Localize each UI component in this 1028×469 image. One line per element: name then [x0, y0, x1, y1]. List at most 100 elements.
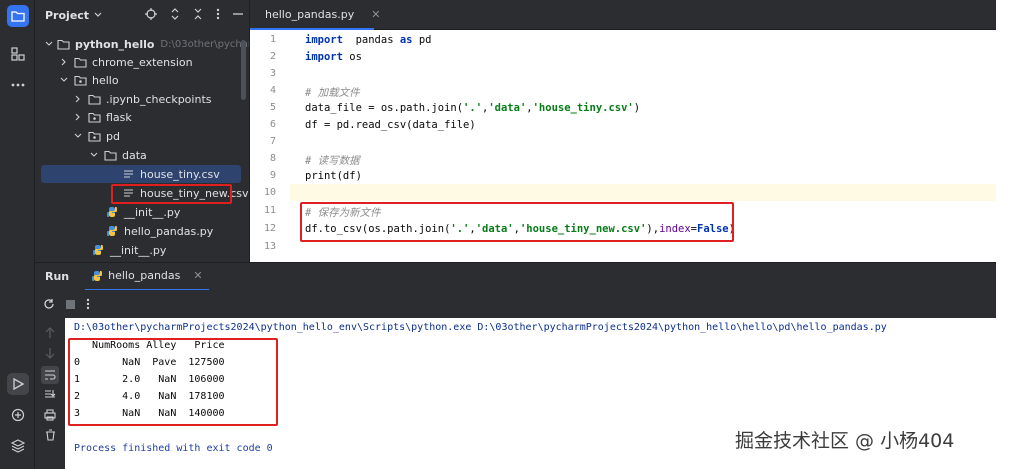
- project-title[interactable]: Project: [45, 9, 89, 22]
- options-icon[interactable]: [86, 298, 90, 310]
- tree-item-house-tiny-csv[interactable]: house_tiny.csv: [41, 165, 241, 183]
- project-tool-button[interactable]: [7, 5, 29, 27]
- python-console-button[interactable]: [7, 404, 29, 426]
- tree-item-label: data: [122, 148, 147, 162]
- locate-icon[interactable]: [145, 8, 157, 20]
- tree-item-pd[interactable]: pd: [35, 127, 249, 145]
- line-number: 2: [269, 51, 276, 62]
- tree-item-data[interactable]: data: [35, 146, 249, 164]
- close-icon[interactable]: ✕: [193, 269, 202, 282]
- tree-item-hello-pandas-py[interactable]: hello_pandas.py: [35, 222, 249, 240]
- folder-icon: [11, 11, 25, 22]
- package-icon: [87, 131, 101, 142]
- tool-window-strip: [0, 0, 35, 469]
- line-number: 9: [269, 170, 276, 181]
- options-icon[interactable]: [216, 8, 220, 20]
- tree-item-init-py[interactable]: __init__.py: [35, 203, 249, 221]
- code-line-2: import os: [305, 51, 362, 63]
- tree-item-ipynb-checkpoints[interactable]: .ipynb_checkpoints: [35, 90, 249, 108]
- folder-icon: [57, 39, 70, 50]
- tree-item-label: __init__.py: [124, 205, 181, 219]
- tree-item-label: flask: [106, 110, 132, 124]
- structure-tool-button[interactable]: [7, 43, 29, 65]
- editor-tab-bar: hello_pandas.py ✕: [250, 0, 996, 30]
- run-title: Run: [45, 270, 70, 283]
- more-icon: [11, 83, 25, 87]
- tab-hello-pandas[interactable]: hello_pandas.py ✕: [250, 0, 380, 30]
- tab-label: hello_pandas.py: [265, 7, 355, 21]
- code-editor[interactable]: 1 2 3 4 5 6 7 8 9 10 11 12 13 import pan…: [250, 30, 996, 262]
- console-row: 1 2.0 NaN 106000: [74, 374, 225, 385]
- python-console-icon: [11, 408, 25, 422]
- tree-item-label: python_hello: [75, 37, 155, 51]
- tree-item-init-py-2[interactable]: __init__.py: [35, 241, 249, 259]
- project-panel: Project python_hello D:\03other\pycharmP…: [35, 0, 250, 262]
- line-number: 10: [263, 187, 276, 198]
- run-tab-hello-pandas[interactable]: hello_pandas ✕: [85, 263, 209, 291]
- right-margin: [996, 0, 1028, 469]
- expand-all-icon[interactable]: [170, 8, 180, 20]
- python-file-icon: [107, 207, 117, 217]
- tree-item-chrome-extension[interactable]: chrome_extension: [35, 53, 249, 71]
- rerun-icon[interactable]: [43, 298, 55, 310]
- trash-icon[interactable]: [43, 428, 57, 442]
- line-gutter: 1 2 3 4 5 6 7 8 9 10 11 12 13: [250, 30, 290, 262]
- line-number: 4: [269, 85, 276, 96]
- python-packages-button[interactable]: [7, 435, 29, 457]
- run-toolbar: [35, 290, 996, 318]
- soft-wrap-icon[interactable]: [41, 366, 59, 384]
- scroll-to-end-icon[interactable]: [43, 388, 57, 402]
- tree-item-python-hello[interactable]: python_hello D:\03other\pycharmPro: [35, 35, 249, 53]
- line-number: 6: [269, 119, 276, 130]
- chevron-right-icon: [75, 113, 80, 121]
- run-tool-button[interactable]: [7, 373, 29, 395]
- console-row: 3 NaN NaN 140000: [74, 408, 225, 419]
- hide-icon[interactable]: [233, 13, 243, 15]
- chevron-right-icon: [61, 58, 66, 66]
- more-tools-button[interactable]: [7, 74, 29, 96]
- layers-icon: [11, 439, 25, 453]
- code-line-11: # 保存为新文件: [305, 207, 381, 219]
- folder-icon: [73, 57, 87, 68]
- package-icon: [87, 112, 101, 123]
- python-file-icon: [107, 226, 117, 236]
- code-line-4: # 加载文件: [305, 87, 360, 99]
- tree-item-flask[interactable]: flask: [35, 108, 249, 126]
- run-side-toolbar: [35, 318, 65, 469]
- console-row: 0 NaN Pave 127500: [74, 357, 225, 368]
- console-df-header: NumRooms Alley Price: [74, 340, 225, 351]
- python-file-icon: [93, 245, 103, 255]
- tree-item-label: pd: [106, 129, 120, 143]
- console-exit-message: Process finished with exit code 0: [74, 443, 273, 454]
- run-panel-header: Run hello_pandas ✕: [35, 262, 996, 291]
- code-line-5: data_file = os.path.join('.','data','hou…: [305, 102, 641, 114]
- csv-file-icon: [123, 170, 133, 178]
- watermark: 掘金技术社区 @ 小杨404: [735, 430, 955, 452]
- line-number: 5: [269, 102, 276, 113]
- code-line-12: df.to_csv(os.path.join('.','data','house…: [305, 223, 735, 235]
- tree-item-hello[interactable]: hello: [35, 71, 249, 89]
- line-number: 13: [263, 241, 276, 252]
- collapse-all-icon[interactable]: [193, 8, 203, 20]
- print-icon[interactable]: [43, 408, 57, 422]
- chevron-right-icon: [75, 95, 80, 103]
- scroll-down-icon[interactable]: [43, 346, 57, 360]
- code-line-1: import pandas as pd: [305, 34, 432, 46]
- chevron-down-icon[interactable]: [94, 12, 102, 18]
- close-icon[interactable]: ✕: [371, 8, 380, 21]
- tree-item-label: hello: [92, 73, 119, 87]
- line-number: 7: [269, 136, 276, 147]
- chevron-down-icon: [60, 77, 68, 82]
- scroll-up-icon[interactable]: [43, 326, 57, 340]
- code-line-9: print(df): [305, 170, 362, 182]
- console-row: 2 4.0 NaN 178100: [74, 391, 225, 402]
- console-command: D:\03other\pycharmProjects2024\python_he…: [74, 322, 887, 333]
- folder-icon: [87, 94, 101, 105]
- project-scrollbar[interactable]: [241, 40, 246, 100]
- tree-item-label: house_tiny_new.csv: [140, 186, 249, 200]
- tree-item-label: chrome_extension: [92, 55, 193, 69]
- stop-icon[interactable]: [65, 299, 76, 310]
- tree-item-house-tiny-new-csv[interactable]: house_tiny_new.csv: [35, 184, 249, 202]
- project-panel-header: Project: [35, 0, 249, 30]
- tree-item-label: __init__.py: [110, 243, 167, 257]
